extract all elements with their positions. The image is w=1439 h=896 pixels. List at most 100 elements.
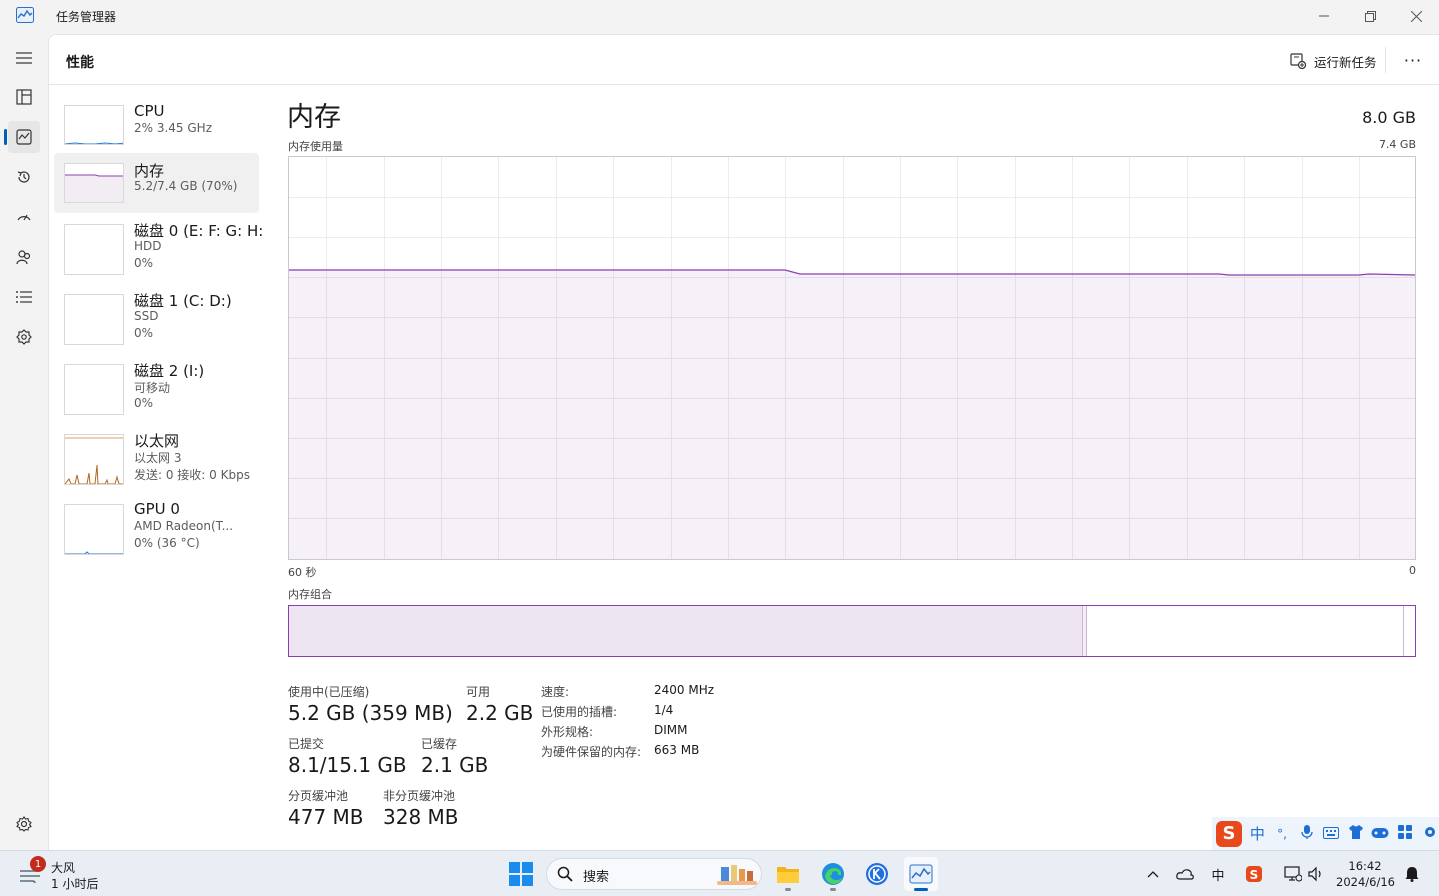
- processes-icon[interactable]: [8, 81, 40, 113]
- task-manager-icon: [909, 864, 933, 884]
- start-button[interactable]: [504, 857, 538, 891]
- spec-reserved-value: 663 MB: [654, 743, 700, 757]
- notification-bell-icon[interactable]: [1402, 864, 1422, 884]
- resource-item-cpu[interactable]: CPU 2% 3.45 GHz: [54, 99, 259, 159]
- resource-name: 内存: [134, 162, 165, 180]
- run-new-task-button[interactable]: 运行新任务: [1290, 49, 1377, 73]
- composition-label: 内存组合: [288, 588, 332, 601]
- startup-apps-icon[interactable]: [8, 201, 40, 233]
- usage-graph-max: 7.4 GB: [1378, 138, 1416, 151]
- resource-detail: 以太网 3: [134, 451, 182, 465]
- taskbar-kugou[interactable]: [860, 857, 894, 891]
- memory-thumbnail: [64, 163, 124, 203]
- tray-ime-language[interactable]: 中: [1208, 864, 1228, 884]
- run-task-icon: [1290, 53, 1306, 69]
- volume-icon[interactable]: [1306, 864, 1326, 884]
- resource-detail: 2% 3.45 GHz: [134, 121, 213, 135]
- resource-detail: 可移动: [134, 381, 171, 395]
- memory-usage-area: [289, 270, 1415, 559]
- keyboard-icon[interactable]: [1322, 825, 1341, 843]
- graph-time-end: 0: [1409, 564, 1416, 577]
- stat-label: 已提交: [288, 737, 325, 751]
- stat-label: 分页缓冲池: [288, 789, 349, 803]
- stat-label: 已缓存: [421, 737, 458, 751]
- composition-standby[interactable]: [1087, 606, 1403, 656]
- ime-settings-gear-icon[interactable]: [1420, 825, 1439, 843]
- resource-item-disk2[interactable]: 磁盘 2 (I:) 可移动 0%: [54, 359, 259, 419]
- edge-browser-icon: [822, 863, 844, 885]
- search-highlight-illustration-icon: [715, 863, 759, 887]
- hamburger-menu-icon[interactable]: [8, 42, 40, 74]
- sogou-logo-icon[interactable]: S: [1216, 820, 1243, 847]
- page-title: 性能: [66, 55, 94, 71]
- users-icon[interactable]: [8, 241, 40, 273]
- stat-paged-pool: 分页缓冲池 477 MB: [288, 787, 364, 829]
- composition-in-use[interactable]: [289, 606, 1082, 656]
- stat-cached: 已缓存 2.1 GB: [421, 735, 488, 777]
- ime-punctuation-toggle[interactable]: °,: [1273, 827, 1292, 841]
- ime-toolbar: S 中 °,: [1212, 817, 1439, 850]
- stat-value: 5.2 GB (359 MB): [288, 701, 453, 725]
- stat-available: 可用 2.2 GB: [466, 683, 533, 725]
- composition-free[interactable]: [1403, 606, 1415, 656]
- stat-nonpaged-pool: 非分页缓冲池 328 MB: [383, 787, 459, 829]
- resource-item-ethernet[interactable]: 以太网 以太网 3 发送: 0 接收: 0 Kbps: [54, 429, 259, 489]
- skin-shirt-icon[interactable]: [1347, 824, 1366, 843]
- notification-badge: 1: [30, 856, 46, 872]
- close-button[interactable]: [1393, 0, 1439, 32]
- minimize-button[interactable]: [1301, 0, 1347, 32]
- resource-name: 磁盘 1 (C: D:): [134, 292, 232, 310]
- resource-detail: HDD: [134, 239, 162, 253]
- stat-value: 477 MB: [288, 805, 364, 829]
- details-icon[interactable]: [8, 281, 40, 313]
- spec-speed-value: 2400 MHz: [654, 683, 715, 697]
- microphone-icon[interactable]: [1297, 824, 1316, 844]
- more-options-button[interactable]: ···: [1399, 48, 1427, 72]
- svg-text:S: S: [1250, 868, 1259, 882]
- disk2-thumbnail: [64, 364, 124, 415]
- taskbar-edge[interactable]: [816, 857, 850, 891]
- stat-value: 2.1 GB: [421, 753, 489, 777]
- taskbar-file-explorer[interactable]: [771, 857, 805, 891]
- resource-detail: 0% (36 °C): [134, 536, 200, 550]
- onedrive-cloud-icon[interactable]: [1175, 864, 1195, 884]
- resource-detail: 5.2/7.4 GB (70%): [134, 179, 238, 193]
- performance-icon[interactable]: [4, 121, 40, 153]
- resource-name: 磁盘 0 (E: F: G: H:: [134, 222, 262, 240]
- taskbar-clock[interactable]: 16:42 2024/6/16: [1336, 858, 1395, 890]
- search-placeholder: 搜索: [583, 870, 610, 885]
- stat-committed: 已提交 8.1/15.1 GB: [288, 735, 407, 777]
- taskbar-task-manager[interactable]: [904, 857, 938, 891]
- weather-title: 大风: [51, 861, 76, 875]
- resource-item-disk1[interactable]: 磁盘 1 (C: D:) SSD 0%: [54, 289, 259, 349]
- total-memory: 8.0 GB: [1362, 108, 1416, 127]
- ethernet-thumbnail: [64, 434, 124, 485]
- memory-usage-graph: [288, 156, 1416, 560]
- graph-time-span: 60 秒: [288, 566, 317, 579]
- resource-detail: SSD: [134, 309, 159, 323]
- app-history-icon[interactable]: [8, 161, 40, 193]
- taskbar-search[interactable]: 搜索: [546, 858, 762, 890]
- network-icon[interactable]: [1283, 864, 1303, 884]
- weather-widget[interactable]: 1 大风 1 小时后: [18, 856, 118, 891]
- stat-label: 使用中(已压缩): [288, 685, 370, 699]
- disk1-thumbnail: [64, 294, 124, 345]
- resource-item-memory[interactable]: 内存 5.2/7.4 GB (70%): [54, 153, 259, 213]
- restore-button[interactable]: [1347, 0, 1393, 32]
- sogou-tray-icon[interactable]: S: [1244, 864, 1264, 884]
- spec-form-value: DIMM: [654, 723, 688, 737]
- resource-item-disk0[interactable]: 磁盘 0 (E: F: G: H: HDD 0%: [54, 219, 262, 279]
- gpu-thumbnail: [64, 504, 124, 555]
- gamepad-icon[interactable]: [1371, 825, 1390, 843]
- settings-icon[interactable]: [8, 808, 40, 840]
- weather-subtitle: 1 小时后: [51, 877, 99, 891]
- services-icon[interactable]: [8, 321, 40, 353]
- spec-form-label: 外形规格:: [541, 725, 594, 739]
- navigation-rail: [0, 32, 48, 850]
- toolbox-grid-icon[interactable]: [1396, 824, 1415, 843]
- chevron-up-icon[interactable]: [1143, 864, 1163, 884]
- resource-item-gpu[interactable]: GPU 0 AMD Radeon(T... 0% (36 °C): [54, 499, 259, 559]
- stat-label: 非分页缓冲池: [383, 789, 456, 803]
- run-new-task-label: 运行新任务: [1314, 54, 1377, 70]
- ime-language-toggle[interactable]: 中: [1248, 823, 1267, 844]
